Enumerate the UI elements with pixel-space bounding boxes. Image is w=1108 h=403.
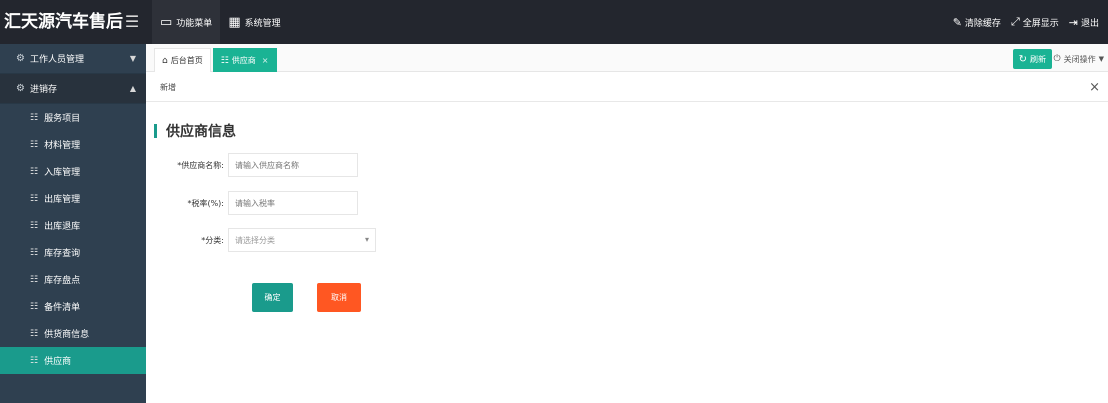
list-icon: ☷: [30, 355, 39, 366]
logout-icon: ⇥: [1068, 15, 1078, 29]
list-icon: ☷: [30, 139, 39, 150]
top-bar: 汇天源汽车售后 ☰ ▭ 功能菜单 ▦ 系统管理 ✎ 清除缓存 ⤢ 全屏显示 ⇥ …: [0, 0, 1108, 44]
close-icon[interactable]: ×: [1089, 80, 1100, 95]
close-operations-label: 关闭操作: [1063, 54, 1096, 64]
tax-rate-input[interactable]: [228, 191, 358, 215]
sidebar-item-label: 备件清单: [44, 303, 81, 313]
sidebar-item[interactable]: ☷ 材料管理: [0, 131, 146, 158]
chevron-down-icon: ▾: [364, 235, 369, 244]
accent-bar: [154, 124, 157, 138]
refresh-icon: ↻: [1018, 53, 1027, 65]
sidebar-item[interactable]: ☷ 入库管理: [0, 158, 146, 185]
sidebar-item[interactable]: ☷ 出库退库: [0, 212, 146, 239]
sidebar-item-label: 服务项目: [44, 114, 81, 124]
clear-cache-label: 清除缓存: [964, 18, 1001, 29]
fullscreen-label: 全屏显示: [1022, 18, 1059, 29]
supplier-name-label: *供应商名称:: [177, 160, 224, 170]
expand-icon: ⤢: [1010, 15, 1020, 28]
grid-icon: ▦: [228, 14, 241, 30]
section-header: 供应商信息: [154, 121, 236, 141]
list-icon: ☷: [30, 247, 39, 258]
sidebar-item[interactable]: ☷ 服务项目: [0, 104, 146, 131]
sidebar-item-label: 供货商信息: [44, 330, 90, 340]
fullscreen-button[interactable]: ⤢ 全屏显示: [1006, 0, 1064, 44]
hamburger-icon[interactable]: ☰: [124, 11, 140, 33]
sidebar-item-supplier[interactable]: ☷ 供应商: [0, 347, 146, 374]
caret-up-icon: ▲: [129, 84, 136, 93]
tab-bar: ⌂ 后台首页 ☷ 供应商 × ↻ 刷新 ⏻ 关闭操作 ▼: [146, 44, 1108, 72]
list-icon: ☷: [30, 274, 39, 285]
sidebar-group-inventory[interactable]: ⚙ 进销存 ▲: [0, 74, 146, 104]
caret-down-icon: ▼: [129, 54, 136, 63]
top-nav-label: 功能菜单: [176, 18, 213, 29]
sidebar-item[interactable]: ☷ 出库管理: [0, 185, 146, 212]
sidebar-group-label: 进销存: [29, 85, 57, 95]
caret-down-icon: ▼: [1098, 55, 1104, 63]
category-select-value: 请选择分类: [235, 235, 275, 245]
sidebar-item-label: 供应商: [44, 357, 72, 367]
tab-label: 后台首页: [170, 56, 203, 65]
sidebar-item-label: 库存盘点: [44, 276, 81, 286]
cog-icon: ⚙: [16, 83, 25, 94]
sidebar-item-label: 入库管理: [44, 168, 81, 178]
sidebar-item[interactable]: ☷ 备件清单: [0, 293, 146, 320]
main-content: 供应商信息 *供应商名称: *税率(%): *分类: 请选择分类 ▾ 确定 取消: [146, 102, 1108, 403]
list-icon: ☷: [30, 328, 39, 339]
section-title: 供应商信息: [166, 124, 236, 140]
home-icon: ⌂: [162, 55, 168, 66]
breadcrumb: 新增 ×: [146, 76, 1108, 102]
clear-cache-button[interactable]: ✎ 清除缓存: [948, 0, 1006, 44]
close-operations-dropdown[interactable]: ⏻ 关闭操作 ▼: [1051, 49, 1106, 69]
sidebar-group-staff[interactable]: ⚙ 工作人员管理 ▼: [0, 44, 146, 74]
sidebar: ⚙ 工作人员管理 ▼ ⚙ 进销存 ▲ ☷ 服务项目 ☷ 材料管理 ☷ 入库管理 ☷ 出库…: [0, 44, 146, 403]
sidebar-item-label: 材料管理: [44, 141, 81, 151]
list-icon: ☷: [30, 193, 39, 204]
submit-button[interactable]: 确定: [252, 283, 293, 312]
sidebar-item-label: 出库管理: [44, 195, 81, 205]
sidebar-item-label: 库存查询: [44, 249, 81, 259]
tax-rate-label: *税率(%):: [187, 198, 224, 208]
brush-icon: ✎: [952, 15, 962, 29]
top-right-actions: ✎ 清除缓存 ⤢ 全屏显示 ⇥ 退出: [948, 0, 1104, 44]
form-row-category: *分类: 请选择分类 ▾: [146, 228, 376, 252]
sidebar-group-label: 工作人员管理: [29, 55, 84, 65]
list-icon: ☷: [30, 112, 39, 123]
top-nav-function-menu[interactable]: ▭ 功能菜单: [152, 0, 221, 44]
close-icon[interactable]: ×: [262, 56, 269, 65]
tab-home[interactable]: ⌂ 后台首页: [154, 48, 211, 72]
refresh-label: 刷新: [1030, 54, 1046, 64]
tab-supplier[interactable]: ☷ 供应商 ×: [212, 48, 277, 72]
cancel-button[interactable]: 取消: [317, 283, 361, 312]
top-nav: ▭ 功能菜单 ▦ 系统管理: [152, 0, 289, 44]
cog-icon: ⚙: [16, 53, 25, 64]
form-row-tax-rate: *税率(%):: [146, 191, 358, 215]
category-label: *分类:: [201, 235, 224, 245]
top-nav-label: 系统管理: [244, 18, 281, 29]
sidebar-item[interactable]: ☷ 库存盘点: [0, 266, 146, 293]
top-nav-system-management[interactable]: ▦ 系统管理: [220, 0, 288, 44]
tab-label: 供应商: [231, 56, 256, 65]
list-icon: ☷: [30, 220, 39, 231]
list-icon: ☷: [30, 166, 39, 177]
category-select[interactable]: 请选择分类 ▾: [228, 228, 376, 252]
power-icon: ⏻: [1053, 54, 1061, 64]
supplier-name-input[interactable]: [228, 153, 358, 177]
sidebar-item[interactable]: ☷ 库存查询: [0, 239, 146, 266]
breadcrumb-label: 新增: [160, 83, 176, 92]
list-icon: ☷: [30, 301, 39, 312]
tabs: ⌂ 后台首页 ☷ 供应商 ×: [154, 48, 279, 72]
monitor-icon: ▭: [160, 14, 173, 30]
form-row-supplier-name: *供应商名称:: [146, 153, 358, 177]
logout-button[interactable]: ⇥ 退出: [1064, 0, 1104, 44]
list-icon: ☷: [220, 55, 229, 66]
refresh-button[interactable]: ↻ 刷新: [1012, 49, 1052, 69]
sidebar-item[interactable]: ☷ 供货商信息: [0, 320, 146, 347]
logout-label: 退出: [1080, 18, 1099, 29]
sidebar-item-label: 出库退库: [44, 222, 81, 232]
